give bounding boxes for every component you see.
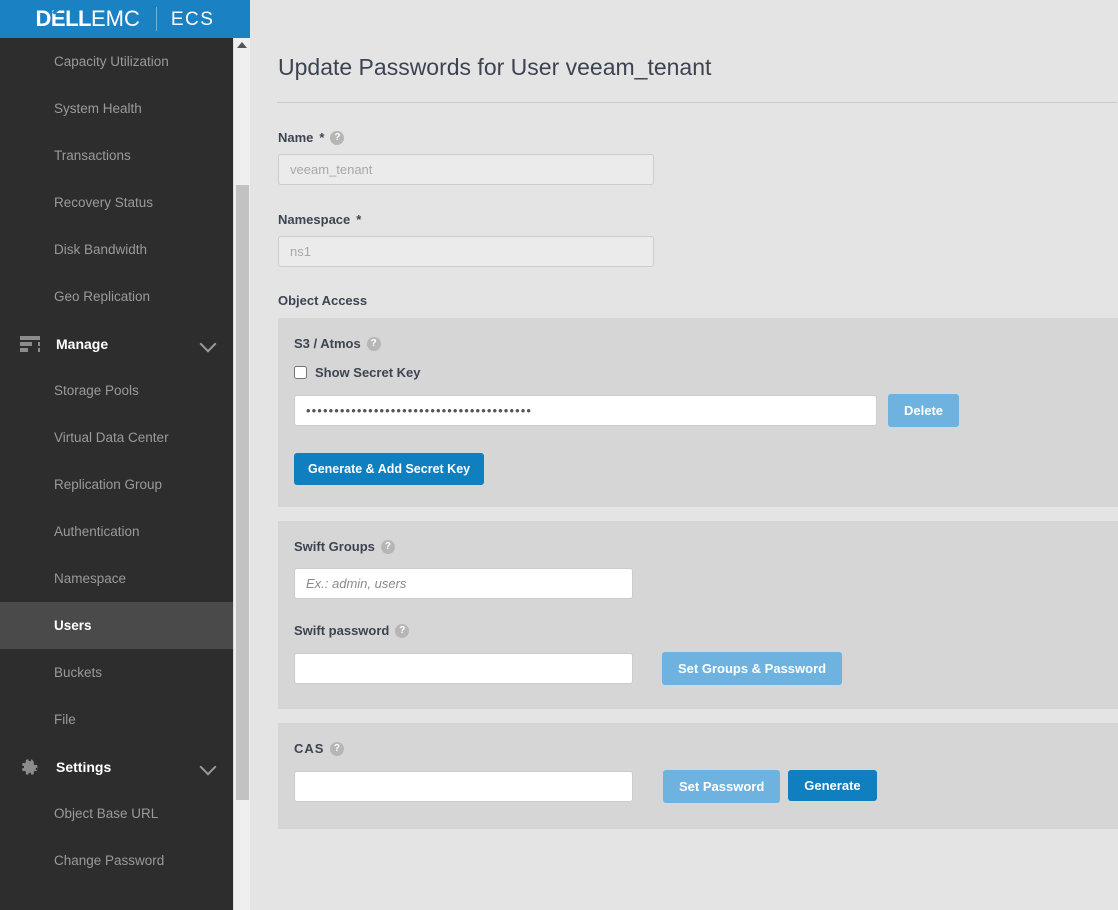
name-input[interactable] [278, 154, 654, 185]
namespace-field-block: Namespace * [278, 212, 1118, 267]
sidebar-item-label: Object Base URL [54, 806, 158, 821]
cas-password-row: Set Password Generate [294, 770, 1118, 803]
cas-buttons: Set Password Generate [663, 770, 877, 803]
sidebar-item-label: Disk Bandwidth [54, 242, 147, 257]
sidebar-item-label: Virtual Data Center [54, 430, 169, 445]
sidebar-item-object-base-url[interactable]: Object Base URL [0, 790, 233, 837]
scrollbar-thumb[interactable] [236, 185, 249, 800]
sidebar-item-storage-pools[interactable]: Storage Pools [0, 367, 233, 414]
required-marker: * [319, 130, 324, 145]
swift-password-input[interactable] [294, 653, 633, 684]
delete-secret-key-button[interactable]: Delete [888, 394, 959, 427]
cas-title-text: CAS [294, 741, 324, 756]
secret-key-input[interactable] [294, 395, 877, 426]
sidebar-item-label: Geo Replication [54, 289, 150, 304]
title-divider [277, 102, 1117, 103]
show-secret-key-row[interactable]: Show Secret Key [294, 365, 1118, 380]
generate-password-button[interactable]: Generate [788, 770, 876, 801]
chevron-down-icon [201, 336, 217, 352]
sidebar-group-settings[interactable]: Settings [0, 743, 233, 790]
app-header: DELL EMC ECS [0, 0, 250, 38]
help-icon[interactable]: ? [381, 540, 395, 554]
swift-password-label-text: Swift password [294, 623, 389, 638]
sidebar-item-change-password[interactable]: Change Password [0, 837, 233, 884]
swift-password-label: Swift password ? [294, 623, 1118, 638]
swift-panel: Swift Groups ? Swift password ? Set Grou… [278, 521, 1118, 709]
sidebar-group-manage[interactable]: Manage [0, 320, 233, 367]
sidebar-nav: Capacity Utilization System Health Trans… [0, 38, 233, 910]
sidebar-item-label: Change Password [54, 853, 164, 868]
main-content: Update Passwords for User veeam_tenant N… [251, 0, 1118, 910]
brand-divider [156, 7, 157, 31]
s3-atmos-panel: S3 / Atmos ? Show Secret Key Delete Gene… [278, 318, 1118, 507]
app-root: DELL EMC ECS Capacity Utilization System… [0, 0, 1118, 910]
sidebar-item-geo-replication[interactable]: Geo Replication [0, 273, 233, 320]
scroll-up-arrow-icon[interactable] [237, 42, 247, 48]
sidebar-item-replication-group[interactable]: Replication Group [0, 461, 233, 508]
help-icon[interactable]: ? [330, 131, 344, 145]
sidebar-item-transactions[interactable]: Transactions [0, 132, 233, 179]
object-access-label: Object Access [278, 293, 1118, 308]
sidebar-item-label: Namespace [54, 571, 126, 586]
sidebar-item-label: File [54, 712, 76, 727]
sidebar-group-label: Settings [56, 759, 201, 775]
stacked-bars-icon [18, 334, 42, 354]
sidebar-item-file[interactable]: File [0, 696, 233, 743]
sidebar-item-label: Replication Group [54, 477, 162, 492]
cas-panel: CAS ? Set Password Generate [278, 723, 1118, 829]
page-title: Update Passwords for User veeam_tenant [251, 0, 1118, 80]
sidebar-item-recovery-status[interactable]: Recovery Status [0, 179, 233, 226]
sidebar-item-label: Users [54, 618, 92, 633]
sidebar-item-system-health[interactable]: System Health [0, 85, 233, 132]
required-marker: * [356, 212, 361, 227]
sidebar-item-capacity-utilization[interactable]: Capacity Utilization [0, 38, 233, 85]
gear-icon [18, 757, 42, 777]
brand-logo: DELL EMC ECS [36, 7, 215, 31]
help-icon[interactable]: ? [367, 337, 381, 351]
help-icon[interactable]: ? [330, 742, 344, 756]
sidebar-item-label: Authentication [54, 524, 140, 539]
sidebar-item-label: Buckets [54, 665, 102, 680]
dell-wordmark: DELL [36, 8, 91, 30]
chevron-down-icon [201, 759, 217, 775]
cas-title: CAS ? [294, 741, 1118, 756]
sidebar-item-buckets[interactable]: Buckets [0, 649, 233, 696]
dell-text: DELL [36, 6, 91, 31]
sidebar-item-label: System Health [54, 101, 142, 116]
set-groups-password-button[interactable]: Set Groups & Password [662, 652, 842, 685]
cas-password-input[interactable] [294, 771, 633, 802]
swift-password-row: Set Groups & Password [294, 652, 1118, 685]
swift-groups-label-text: Swift Groups [294, 539, 375, 554]
swift-groups-input[interactable] [294, 568, 633, 599]
sidebar-group-label: Manage [56, 336, 201, 352]
product-name: ECS [171, 10, 215, 29]
sidebar-item-virtual-data-center[interactable]: Virtual Data Center [0, 414, 233, 461]
namespace-input[interactable] [278, 236, 654, 267]
namespace-label-text: Namespace [278, 212, 350, 227]
help-icon[interactable]: ? [395, 624, 409, 638]
sidebar-item-label: Capacity Utilization [54, 54, 169, 69]
generate-add-secret-key-button[interactable]: Generate & Add Secret Key [294, 453, 484, 485]
set-password-button[interactable]: Set Password [663, 770, 780, 803]
show-secret-key-checkbox[interactable] [294, 366, 307, 379]
name-label-text: Name [278, 130, 313, 145]
sidebar-item-users[interactable]: Users [0, 602, 233, 649]
sidebar-scrollbar[interactable] [233, 38, 250, 910]
s3-atmos-title: S3 / Atmos ? [294, 336, 1118, 351]
sidebar-item-namespace[interactable]: Namespace [0, 555, 233, 602]
name-field-block: Name * ? [278, 130, 1118, 185]
s3-atmos-title-text: S3 / Atmos [294, 336, 361, 351]
secret-key-row: Delete [294, 394, 1118, 427]
sidebar-item-label: Transactions [54, 148, 131, 163]
sidebar-item-label: Storage Pools [54, 383, 139, 398]
sidebar-item-disk-bandwidth[interactable]: Disk Bandwidth [0, 226, 233, 273]
sidebar-item-label: Recovery Status [54, 195, 153, 210]
sidebar-item-authentication[interactable]: Authentication [0, 508, 233, 555]
swift-groups-label: Swift Groups ? [294, 539, 1118, 554]
show-secret-key-label: Show Secret Key [315, 365, 421, 380]
name-label: Name * ? [278, 130, 1118, 145]
emc-wordmark: EMC [91, 8, 140, 30]
namespace-label: Namespace * [278, 212, 1118, 227]
